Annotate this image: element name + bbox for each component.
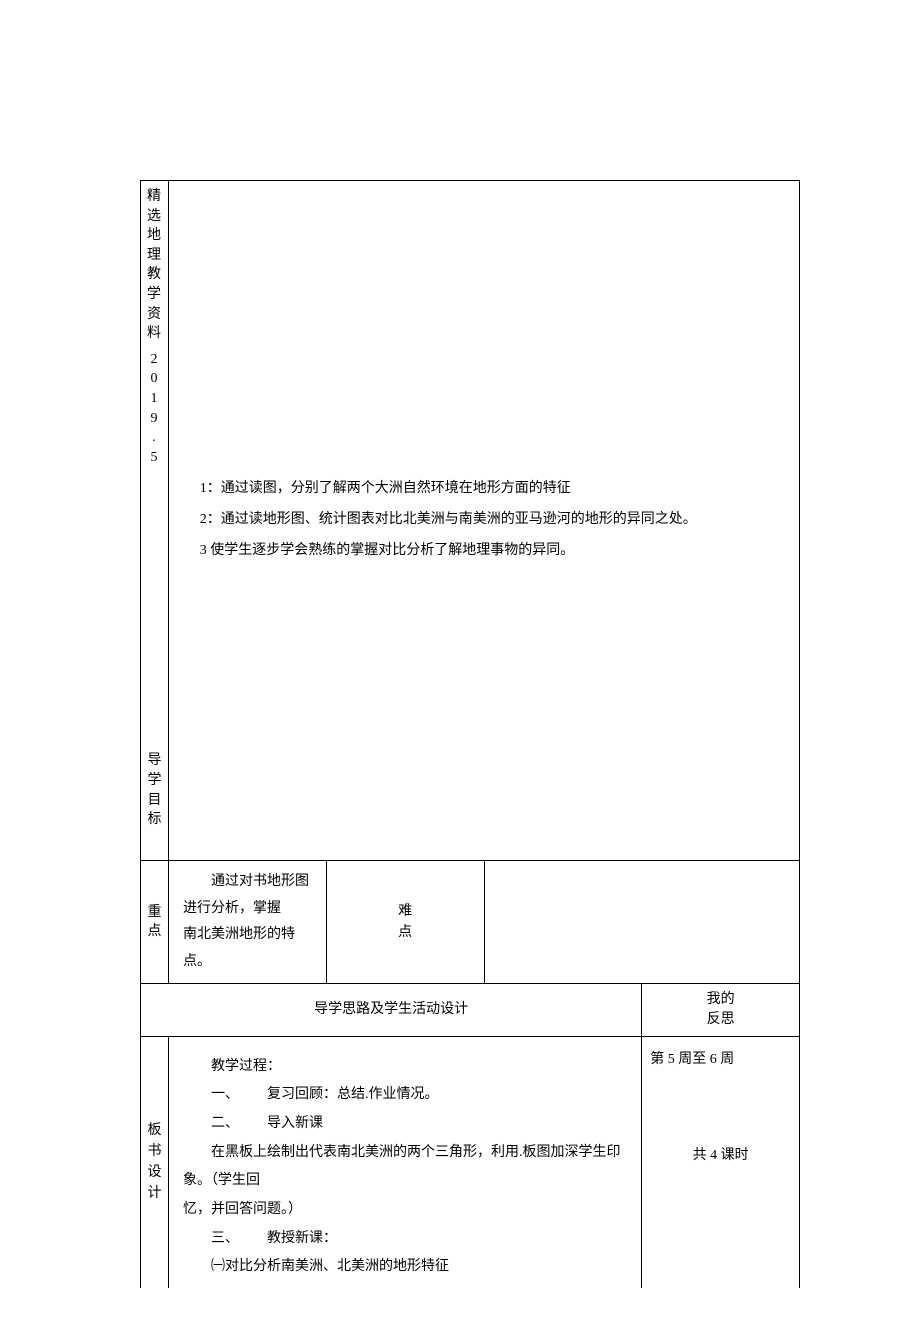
goal-label: 导 学 目 标 — [143, 751, 166, 829]
schedule-cell: 第 5 周至 6 周 共 4 课时 — [642, 1036, 800, 1288]
process-line: ㈠对比分析南美洲、北美洲的地形特征 — [183, 1253, 627, 1282]
process-heading: 教学过程： — [183, 1053, 627, 1082]
board-label-cell: 板 书 设 计 — [141, 1036, 169, 1288]
schedule-periods: 共 4 课时 — [646, 1143, 795, 1170]
brand-char: 教 — [147, 265, 161, 285]
reflection-label: 我的 反思 — [644, 990, 797, 1029]
process-line: 三、 教授新课： — [183, 1225, 627, 1254]
reflection-label-cell: 我的 反思 — [642, 984, 800, 1036]
keypoint-cell: 通过对书地形图进行分析，掌握 南北美洲地形的特点。 — [169, 861, 327, 984]
goal-item: 1：通过读图，分别了解两个大洲自然环境在地形方面的特征 — [183, 474, 785, 505]
brand-char: 选 — [147, 207, 161, 227]
board-label: 板 书 设 计 — [143, 1120, 166, 1204]
lesson-plan-table: 精 选 地 理 教 学 资 料 2 0 1 9 . 5 导 学 — [140, 180, 800, 1288]
brand-char: 学 — [147, 285, 161, 305]
schedule-week: 第 5 周至 6 周 — [646, 1047, 795, 1074]
process-line: 一、 复习回顾：总结.作业情况。 — [183, 1081, 627, 1110]
difficulty-label-cell: 难 点 — [326, 861, 484, 984]
difficulty-cell — [484, 861, 800, 984]
goal-item: 2：通过读地形图、统计图表对比北美洲与南美洲的亚马逊河的地形的异同之处。 — [183, 505, 785, 536]
brand-char: 资 — [147, 305, 161, 325]
design-header: 导学思路及学生活动设计 — [314, 1002, 468, 1017]
brand-char: 料 — [147, 324, 161, 344]
difficulty-label: 难 点 — [329, 901, 482, 943]
document-brand: 精 选 地 理 教 学 资 料 2 0 1 9 . 5 — [147, 187, 161, 467]
keypoint-label: 重 点 — [143, 903, 166, 942]
process-line: 在黑板上绘制出代表南北美洲的两个三角形，利用.板图加深学生印象。（学生回 — [183, 1139, 627, 1196]
keypoint-label-cell: 重 点 — [141, 861, 169, 984]
process-line: 忆，并回答问题。） — [183, 1196, 627, 1225]
process-line: 二、 导入新课 — [183, 1110, 627, 1139]
brand-char: 地 — [147, 226, 161, 246]
goals-cell: 1：通过读图，分别了解两个大洲自然环境在地形方面的特征 2：通过读地形图、统计图… — [169, 181, 800, 861]
goal-item: 3 使学生逐步学会熟练的掌握对比分析了解地理事物的异同。 — [183, 536, 785, 567]
brand-char: 理 — [147, 246, 161, 266]
goal-label-cell: 精 选 地 理 教 学 资 料 2 0 1 9 . 5 导 学 — [141, 181, 169, 861]
brand-year: 2 0 1 9 . 5 — [151, 350, 158, 468]
design-header-cell: 导学思路及学生活动设计 — [141, 984, 642, 1036]
brand-char: 精 — [147, 187, 161, 207]
process-cell: 教学过程： 一、 复习回顾：总结.作业情况。 二、 导入新课 在黑板上绘制出代表… — [169, 1036, 642, 1288]
